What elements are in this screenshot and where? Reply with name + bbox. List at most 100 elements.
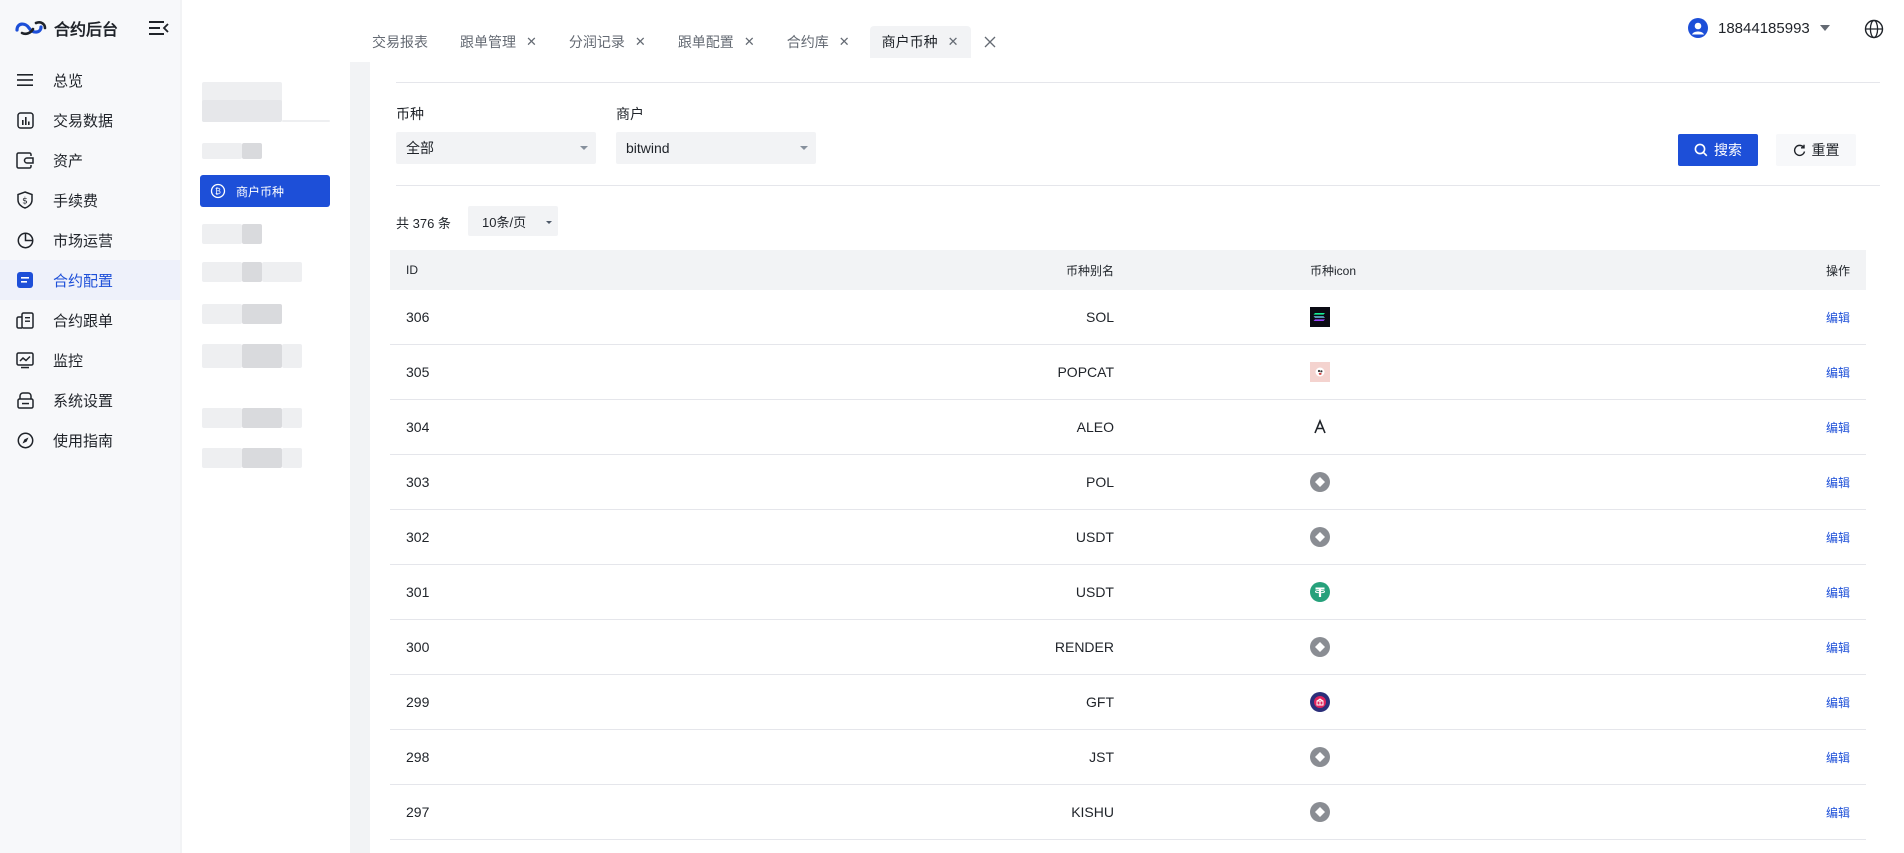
cell-icon (1114, 747, 1566, 767)
cell-alias: JST (1089, 749, 1114, 765)
page-size-select[interactable]: 10条/页 (468, 206, 558, 236)
main-content: 币种 全部 商户 bitwind 搜索 重置 共 376 条 10条/页 ID … (370, 62, 1904, 853)
search-button[interactable]: 搜索 (1678, 134, 1758, 166)
close-icon[interactable]: ✕ (839, 34, 850, 50)
edit-link[interactable]: 编辑 (1826, 531, 1850, 545)
user-menu[interactable]: 18844185993 (1688, 18, 1830, 38)
cell-icon (1114, 692, 1566, 712)
tab-profit-records[interactable]: 分润记录 ✕ (557, 26, 658, 58)
table-row: 301 USDT 编辑 (390, 565, 1866, 620)
close-icon[interactable]: ✕ (635, 34, 646, 50)
sidebar-item-copy-trading[interactable]: 合约跟单 (0, 300, 180, 340)
close-all-tabs-icon[interactable] (979, 26, 1001, 58)
tab-merchant-coin[interactable]: 商户币种 ✕ (869, 26, 971, 58)
reset-button[interactable]: 重置 (1776, 134, 1856, 166)
blurred-nav-item (242, 143, 262, 159)
search-icon (1694, 143, 1708, 157)
edit-link[interactable]: 编辑 (1826, 476, 1850, 490)
caret-down-icon (800, 146, 808, 150)
edit-link[interactable]: 编辑 (1826, 366, 1850, 380)
table-header: ID 币种别名 币种icon 操作 (390, 250, 1866, 290)
cell-alias: GFT (1086, 694, 1114, 710)
close-icon[interactable]: ✕ (948, 34, 959, 50)
table-row: 297 KISHU 编辑 (390, 785, 1866, 840)
sidebar-item-fees[interactable]: $ 手续费 (0, 180, 180, 220)
table-row: 306 SOL 编辑 (390, 290, 1866, 345)
blurred-nav-item (282, 448, 302, 468)
monitor-icon (16, 351, 34, 369)
blurred-nav-item (282, 120, 330, 122)
sidebar-item-overview[interactable]: 总览 (0, 60, 180, 100)
sidebar-item-guide[interactable]: 使用指南 (0, 420, 180, 460)
cell-icon (1114, 527, 1566, 547)
edit-link[interactable]: 编辑 (1826, 806, 1850, 820)
column-header-id: ID (406, 263, 418, 277)
close-icon[interactable]: ✕ (744, 34, 755, 50)
edit-link[interactable]: 编辑 (1826, 641, 1850, 655)
divider (396, 82, 1880, 83)
collapse-menu-icon[interactable] (148, 18, 170, 38)
generic-coin-icon (1310, 637, 1330, 657)
tab-bar: 交易报表 跟单管理 ✕ 分润记录 ✕ 跟单配置 ✕ 合约库 ✕ 商户币种 ✕ (360, 26, 1001, 58)
coin-select[interactable]: 全部 (396, 132, 596, 164)
blurred-nav-item (202, 344, 242, 368)
edit-link[interactable]: 编辑 (1826, 421, 1850, 435)
generic-coin-icon (1310, 802, 1330, 822)
sidebar-item-assets[interactable]: 资产 (0, 140, 180, 180)
blurred-nav-item (202, 100, 282, 122)
dollar-shield-icon: $ (16, 191, 34, 209)
menu-lines-icon (16, 71, 34, 89)
edit-link[interactable]: 编辑 (1826, 311, 1850, 325)
edit-link[interactable]: 编辑 (1826, 696, 1850, 710)
blurred-nav-item (242, 304, 282, 324)
globe-icon[interactable] (1864, 19, 1884, 39)
copy-doc-icon (16, 311, 34, 329)
sidebar-item-monitor[interactable]: 监控 (0, 340, 180, 380)
caret-down-icon (580, 146, 588, 150)
cell-alias: KISHU (1071, 804, 1114, 820)
tab-label: 合约库 (786, 34, 829, 50)
close-icon[interactable]: ✕ (526, 34, 537, 50)
bar-chart-icon (16, 111, 34, 129)
sidebar-item-label: 资产 (53, 152, 84, 170)
tab-copy-config[interactable]: 跟单配置 ✕ (666, 26, 767, 58)
cell-id: 300 (406, 639, 430, 655)
blurred-nav-item (202, 262, 242, 282)
subnav-item-label: 商户币种 (236, 184, 285, 199)
divider (396, 185, 1880, 186)
sidebar-item-label: 合约跟单 (53, 312, 114, 330)
cell-icon (1114, 582, 1566, 602)
edit-link[interactable]: 编辑 (1826, 751, 1850, 765)
tab-label: 交易报表 (372, 34, 428, 50)
sidebar-item-trade-data[interactable]: 交易数据 (0, 100, 180, 140)
blurred-nav-item (202, 143, 242, 159)
table-row: 302 USDT 编辑 (390, 510, 1866, 565)
subnav-item-merchant-coin[interactable]: ₿ 商户币种 (200, 175, 330, 207)
blurred-nav-item (242, 344, 282, 368)
reset-button-label: 重置 (1811, 142, 1840, 158)
tab-label: 跟单配置 (677, 34, 734, 50)
cell-alias: RENDER (1054, 639, 1114, 655)
cell-alias: SOL (1085, 309, 1114, 325)
page-size-value: 10条/页 (482, 214, 527, 230)
edit-link[interactable]: 编辑 (1826, 586, 1850, 600)
table-row: 305 POPCAT 编辑 (390, 345, 1866, 400)
tab-label: 商户币种 (881, 34, 938, 50)
sidebar-item-marketing[interactable]: 市场运营 (0, 220, 180, 260)
tab-copy-management[interactable]: 跟单管理 ✕ (448, 26, 549, 58)
merchant-select[interactable]: bitwind (616, 132, 816, 164)
table-row: 303 POL 编辑 (390, 455, 1866, 510)
tab-trade-report[interactable]: 交易报表 (360, 26, 440, 58)
table-row: 304 ALEO 编辑 (390, 400, 1866, 455)
username: 18844185993 (1718, 19, 1810, 37)
sidebar: 合约后台 总览 交易数据 资产 $ 手续费 市场运营 合约配置 合约跟单 监控 … (0, 0, 180, 853)
sidebar-item-contract-config[interactable]: 合约配置 (0, 260, 180, 300)
generic-coin-icon (1310, 472, 1330, 492)
column-header-alias: 币种别名 (1065, 263, 1114, 278)
cell-alias: POPCAT (1057, 364, 1114, 380)
app-title: 合约后台 (54, 22, 119, 39)
blurred-nav-item (242, 408, 282, 428)
pie-chart-icon (16, 231, 34, 249)
sidebar-item-system-settings[interactable]: 系统设置 (0, 380, 180, 420)
tab-contract-library[interactable]: 合约库 ✕ (775, 26, 862, 58)
